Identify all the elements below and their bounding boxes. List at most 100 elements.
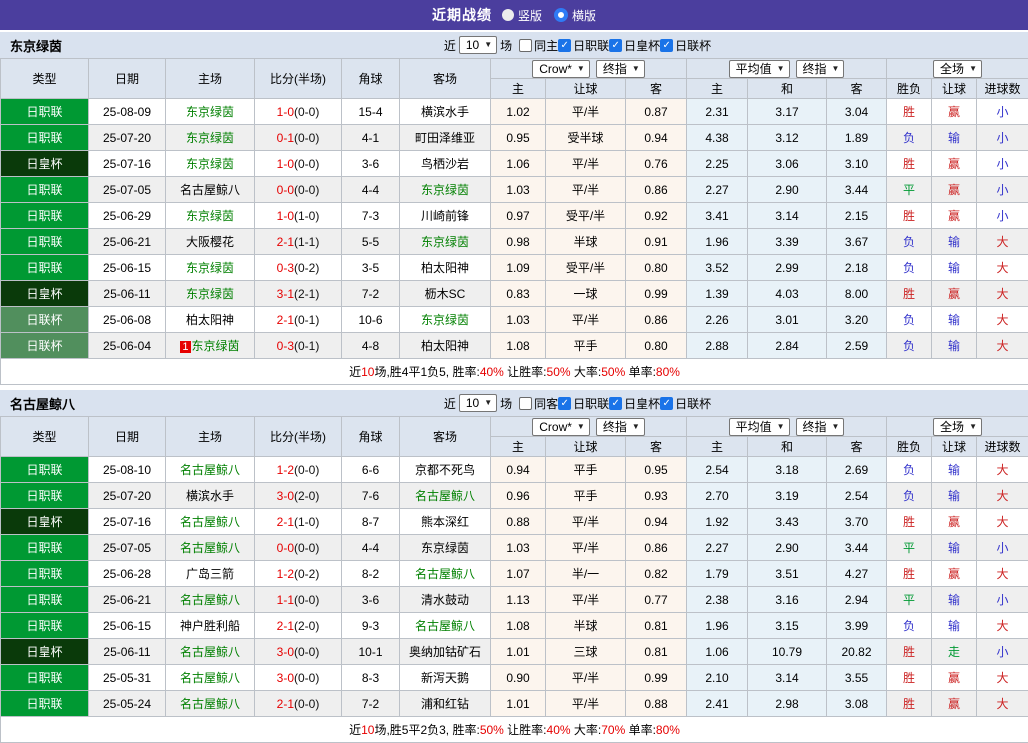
odds-group-header: Crow*▼ 终指▼ bbox=[491, 417, 687, 437]
outcome-cell: 小 bbox=[977, 535, 1028, 561]
odds-source-select[interactable]: 终指▼ bbox=[596, 418, 645, 436]
same-venue-checkbox[interactable]: 同主 bbox=[519, 37, 558, 54]
average-odds-cell: 1.96 bbox=[687, 229, 748, 255]
odds-source-select[interactable]: 终指▼ bbox=[796, 418, 845, 436]
half-time-score: (0-0) bbox=[294, 157, 319, 171]
team-name-text: 名古屋鲸八 bbox=[415, 567, 475, 581]
average-odds-cell: 2.41 bbox=[687, 691, 748, 717]
team-name-text: 名古屋鲸八 bbox=[180, 645, 240, 659]
match-date: 25-06-11 bbox=[89, 639, 166, 665]
corners: 7-3 bbox=[342, 203, 400, 229]
match-count-select[interactable]: 10▼ bbox=[459, 36, 497, 54]
half-time-score: (1-1) bbox=[294, 235, 319, 249]
column-header: 角球 bbox=[342, 59, 400, 99]
chevron-down-icon: ▼ bbox=[832, 423, 840, 431]
rank-badge: 1 bbox=[180, 341, 190, 353]
league-checkbox[interactable]: ✓日职联 bbox=[558, 395, 609, 412]
handicap-odds-cell: 0.82 bbox=[626, 561, 687, 587]
home-team: 东京绿茵 bbox=[166, 151, 255, 177]
home-team: 大阪樱花 bbox=[166, 229, 255, 255]
handicap-odds-cell: 0.95 bbox=[491, 125, 546, 151]
league-type-cell: 日职联 bbox=[1, 535, 89, 561]
handicap-odds-cell: 0.88 bbox=[626, 691, 687, 717]
average-odds-cell: 1.89 bbox=[827, 125, 887, 151]
summary-text: 10 bbox=[361, 365, 374, 379]
handicap-odds-cell: 1.09 bbox=[491, 255, 546, 281]
score: 2-1(0-0) bbox=[255, 691, 342, 717]
summary-text: 单率: bbox=[625, 365, 656, 379]
odds-source-select[interactable]: 全场▼ bbox=[933, 60, 982, 78]
match-row: 日职联25-08-10名古屋鲸八1-2(0-0)6-6京都不死鸟0.94平手0.… bbox=[1, 457, 1028, 483]
away-team: 浦和红钻 bbox=[400, 691, 491, 717]
handicap-odds-cell: 0.80 bbox=[626, 333, 687, 359]
odds-source-select[interactable]: Crow*▼ bbox=[532, 418, 590, 436]
home-team: 东京绿茵 bbox=[166, 281, 255, 307]
full-time-score: 3-0 bbox=[277, 489, 294, 503]
odds-source-select[interactable]: 平均值▼ bbox=[729, 60, 790, 78]
home-team: 东京绿茵 bbox=[166, 125, 255, 151]
match-date: 25-07-16 bbox=[89, 151, 166, 177]
odds-source-select[interactable]: 平均值▼ bbox=[729, 418, 790, 436]
handicap-odds-cell: 1.01 bbox=[491, 691, 546, 717]
radio-icon bbox=[502, 9, 514, 21]
average-odds-cell: 1.96 bbox=[687, 613, 748, 639]
score: 0-3(0-2) bbox=[255, 255, 342, 281]
team-name-text: 名古屋鲸八 bbox=[180, 593, 240, 607]
odds-group-header: 全场▼ bbox=[887, 417, 1028, 437]
half-time-score: (0-1) bbox=[294, 339, 319, 353]
average-odds-cell: 2.69 bbox=[827, 457, 887, 483]
handicap-odds-cell: 平/半 bbox=[546, 535, 626, 561]
odds-source-select[interactable]: Crow*▼ bbox=[532, 60, 590, 78]
league-type-cell: 日职联 bbox=[1, 587, 89, 613]
full-time-score: 1-0 bbox=[277, 157, 294, 171]
column-header: 客场 bbox=[400, 59, 491, 99]
chevron-down-icon: ▼ bbox=[577, 65, 585, 73]
outcome-cell: 赢 bbox=[932, 281, 977, 307]
match-count-select[interactable]: 10▼ bbox=[459, 394, 497, 412]
league-type-cell: 日皇杯 bbox=[1, 509, 89, 535]
outcome-cell: 胜 bbox=[887, 561, 932, 587]
league-checkbox[interactable]: ✓日联杯 bbox=[660, 37, 711, 54]
full-time-score: 1-0 bbox=[277, 209, 294, 223]
corners: 6-6 bbox=[342, 457, 400, 483]
league-checkbox[interactable]: ✓日联杯 bbox=[660, 395, 711, 412]
outcome-cell: 负 bbox=[887, 333, 932, 359]
summary-text: 大率: bbox=[571, 723, 602, 737]
layout-radio-vertical[interactable]: 竖版 bbox=[502, 7, 542, 24]
score: 2-1(0-1) bbox=[255, 307, 342, 333]
team-name-text: 东京绿茵 bbox=[186, 131, 234, 145]
handicap-odds-cell: 平/半 bbox=[546, 691, 626, 717]
league-checkbox[interactable]: ✓日皇杯 bbox=[609, 395, 660, 412]
corners: 7-6 bbox=[342, 483, 400, 509]
team-name: 东京绿茵 bbox=[10, 36, 62, 55]
layout-radio-horizontal[interactable]: 横版 bbox=[554, 7, 596, 24]
summary-text: 场,胜5平2负3, 胜率: bbox=[374, 723, 479, 737]
match-date: 25-06-15 bbox=[89, 613, 166, 639]
corners: 9-3 bbox=[342, 613, 400, 639]
odds-source-select[interactable]: 终指▼ bbox=[796, 60, 845, 78]
handicap-odds-cell: 0.86 bbox=[626, 177, 687, 203]
odds-column-header: 胜负 bbox=[887, 437, 932, 457]
odds-source-select[interactable]: 全场▼ bbox=[933, 418, 982, 436]
same-venue-checkbox[interactable]: 同客 bbox=[519, 395, 558, 412]
odds-source-select[interactable]: 终指▼ bbox=[596, 60, 645, 78]
average-odds-cell: 2.25 bbox=[687, 151, 748, 177]
checkbox-label: 日皇杯 bbox=[624, 395, 660, 412]
outcome-cell: 赢 bbox=[932, 177, 977, 203]
corners: 4-8 bbox=[342, 333, 400, 359]
match-row: 日职联25-06-28广岛三箭1-2(0-2)8-2名古屋鲸八1.07半/一0.… bbox=[1, 561, 1028, 587]
average-odds-cell: 20.82 bbox=[827, 639, 887, 665]
handicap-odds-cell: 0.90 bbox=[491, 665, 546, 691]
handicap-odds-cell: 平/半 bbox=[546, 177, 626, 203]
league-checkbox[interactable]: ✓日皇杯 bbox=[609, 37, 660, 54]
column-header: 日期 bbox=[89, 417, 166, 457]
full-time-score: 3-0 bbox=[277, 671, 294, 685]
league-type-cell: 日职联 bbox=[1, 229, 89, 255]
score: 1-2(0-0) bbox=[255, 457, 342, 483]
average-odds-cell: 3.18 bbox=[748, 457, 827, 483]
league-checkbox[interactable]: ✓日职联 bbox=[558, 37, 609, 54]
league-type-cell: 日职联 bbox=[1, 255, 89, 281]
summary-text: 80% bbox=[656, 365, 680, 379]
checkbox-checked-icon: ✓ bbox=[558, 397, 571, 410]
average-odds-cell: 2.10 bbox=[687, 665, 748, 691]
